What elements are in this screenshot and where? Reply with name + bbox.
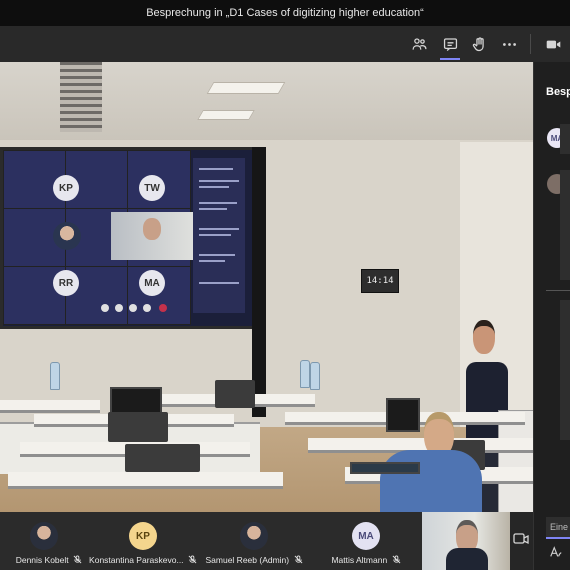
participant-name: Samuel Reeb (Admin) bbox=[205, 555, 290, 565]
more-icon[interactable] bbox=[499, 34, 519, 54]
mic-off-icon bbox=[392, 555, 400, 564]
video-wall-control-dot bbox=[115, 304, 123, 312]
participant-photo bbox=[30, 522, 58, 550]
main-video-stage[interactable]: KP TW RR MA 14:14 bbox=[0, 62, 533, 512]
chat-panel-title: Besprechung bbox=[546, 86, 570, 98]
self-video-preview[interactable] bbox=[422, 512, 510, 570]
participant-photo bbox=[240, 522, 268, 550]
video-wall-call-controls bbox=[99, 302, 183, 314]
video-wall-chat-line bbox=[199, 208, 227, 210]
attendee-body bbox=[380, 450, 482, 512]
participant-name: Dennis Kobelt bbox=[15, 555, 69, 565]
video-wall-chat-line bbox=[199, 282, 239, 284]
wall-clock: 14:14 bbox=[361, 269, 399, 293]
video-wall-chat-line bbox=[199, 186, 229, 188]
desk-monitor bbox=[110, 387, 162, 415]
chat-icon[interactable] bbox=[440, 34, 460, 54]
participant-label: Mattis Altmann bbox=[310, 555, 422, 565]
participant-tile[interactable]: Samuel Reeb (Admin) bbox=[198, 512, 311, 570]
window-title: Besprechung in „D1 Cases of digitizing h… bbox=[146, 7, 424, 19]
video-wall-speaker-face bbox=[143, 218, 161, 240]
desk bbox=[8, 472, 283, 489]
video-wall-chat-line bbox=[199, 260, 225, 262]
format-icon[interactable] bbox=[549, 545, 563, 559]
chat-message-bubble bbox=[560, 300, 570, 440]
video-wall-chat-pane bbox=[193, 158, 245, 313]
video-wall-control-dot bbox=[143, 304, 151, 312]
video-wall-control-dot bbox=[129, 304, 137, 312]
video-wall-avatar: RR bbox=[53, 270, 79, 296]
video-wall-photo bbox=[53, 222, 81, 250]
chair bbox=[125, 444, 200, 472]
ceiling-vent bbox=[60, 62, 102, 132]
chat-divider bbox=[546, 290, 570, 291]
toolbar-divider bbox=[530, 34, 531, 54]
presenter-head bbox=[473, 320, 495, 354]
participant-strip: Dennis Kobelt KP Konstantina Paraskevo..… bbox=[0, 512, 533, 570]
water-bottle bbox=[50, 362, 60, 390]
mic-off-icon bbox=[73, 555, 82, 564]
laptop bbox=[386, 398, 420, 432]
video-wall-chat-line bbox=[199, 180, 239, 182]
water-bottle bbox=[310, 362, 320, 390]
participant-label: Samuel Reeb (Admin) bbox=[198, 555, 310, 565]
chat-message-bubble bbox=[560, 170, 570, 280]
chair bbox=[215, 380, 255, 408]
mic-off-icon bbox=[294, 555, 302, 564]
people-icon[interactable] bbox=[409, 34, 429, 54]
active-tab-indicator bbox=[440, 58, 460, 60]
room-video-wall: KP TW RR MA bbox=[0, 147, 256, 329]
chair bbox=[108, 412, 168, 442]
participant-avatar: KP bbox=[129, 522, 157, 550]
video-wall-control-dot bbox=[101, 304, 109, 312]
video-wall-avatar: MA bbox=[139, 270, 165, 296]
water-bottle bbox=[300, 360, 310, 388]
mic-off-icon bbox=[188, 555, 197, 564]
wall-panel bbox=[252, 147, 266, 417]
window-title-bar: Besprechung in „D1 Cases of digitizing h… bbox=[0, 0, 570, 26]
chat-message-input[interactable]: Eine neue Nachricht eingeben bbox=[546, 517, 570, 539]
camera-icon[interactable] bbox=[543, 34, 563, 54]
desk bbox=[0, 400, 100, 413]
share-tray-icon[interactable] bbox=[512, 530, 530, 548]
video-wall-chat-line bbox=[199, 168, 233, 170]
participant-tile[interactable]: Dennis Kobelt bbox=[0, 512, 89, 570]
video-wall-chat-line bbox=[199, 254, 235, 256]
participant-tile[interactable]: MA Mattis Altmann bbox=[310, 512, 423, 570]
participant-name: Mattis Altmann bbox=[331, 555, 388, 565]
meeting-toolbar bbox=[0, 26, 570, 63]
chat-message-bubble bbox=[560, 124, 570, 154]
video-wall-hangup-dot bbox=[159, 304, 167, 312]
ceiling-light bbox=[197, 110, 255, 120]
participant-label: Konstantina Paraskevo... bbox=[88, 555, 198, 565]
meeting-chat-panel: Besprechung MA Eine neue Nachricht einge… bbox=[533, 62, 570, 570]
raise-hand-icon[interactable] bbox=[469, 34, 489, 54]
ceiling-light bbox=[206, 82, 286, 94]
video-wall-chat-line bbox=[199, 228, 239, 230]
desk-keyboard bbox=[350, 462, 420, 474]
video-wall-avatar: TW bbox=[139, 175, 165, 201]
lectern bbox=[498, 410, 533, 512]
participant-tile[interactable]: KP Konstantina Paraskevo... bbox=[88, 512, 199, 570]
video-wall-chat-line bbox=[199, 234, 231, 236]
participant-name: Konstantina Paraskevo... bbox=[89, 555, 184, 565]
video-wall-avatar: KP bbox=[53, 175, 79, 201]
video-wall-chat-line bbox=[199, 202, 237, 204]
participant-avatar: MA bbox=[352, 522, 380, 550]
participant-label: Dennis Kobelt bbox=[0, 555, 88, 565]
self-video-body bbox=[446, 548, 488, 570]
